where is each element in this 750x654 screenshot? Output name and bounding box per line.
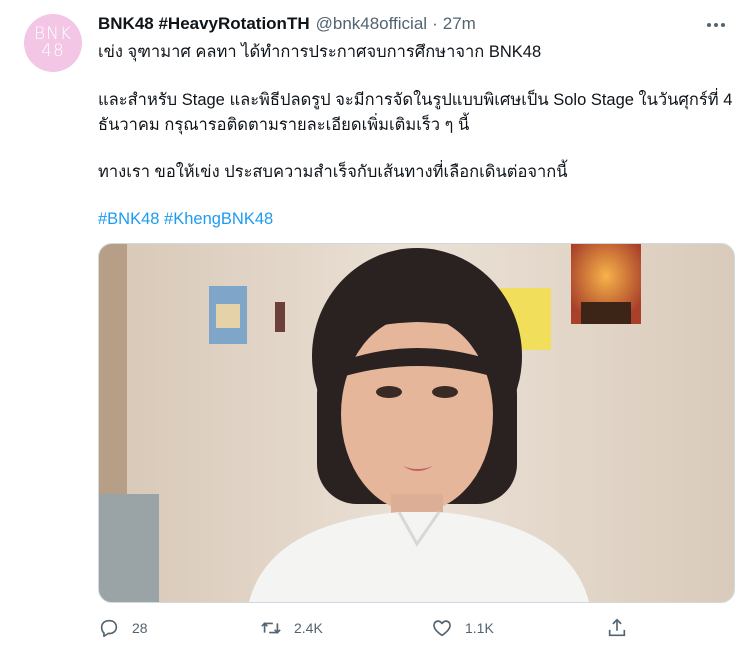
share-icon bbox=[608, 618, 626, 637]
display-name[interactable]: BNK48 #HeavyRotationTH bbox=[98, 14, 310, 34]
more-icon[interactable] bbox=[703, 14, 729, 36]
reply-count: 28 bbox=[132, 620, 148, 636]
tweet-text-line-2: และสำหรับ Stage และพิธีปลดรูป จะมีการจัด… bbox=[98, 91, 733, 109]
tweet[interactable]: BNK 48 BNK48 #HeavyRotationTH @bnk48offi… bbox=[0, 0, 750, 654]
tweet-text-line-3: ธันวาคม กรุณารอติดตามรายละเอียดเพิ่มเติม… bbox=[98, 116, 470, 134]
avatar-logo: BNK 48 bbox=[34, 26, 72, 60]
tweet-text-line-4: ทางเรา ขอให้เข่ง ประสบความสำเร็จกับเส้นท… bbox=[98, 163, 568, 181]
like-button[interactable]: 1.1K bbox=[431, 616, 494, 640]
photo-illustration bbox=[99, 244, 734, 602]
retweet-icon bbox=[261, 622, 281, 634]
tweet-text-line-1: เข่ง จุฑามาศ คลทา ได้ทำการประกาศจบการศึก… bbox=[98, 43, 542, 61]
tweet-header: BNK48 #HeavyRotationTH @bnk48official · … bbox=[98, 12, 476, 36]
like-count: 1.1K bbox=[465, 620, 494, 636]
tweet-actions: 28 2.4K 1.1K bbox=[98, 616, 738, 640]
hashtags[interactable]: #BNK48 #KhengBNK48 bbox=[98, 207, 738, 231]
reply-button[interactable]: 28 bbox=[98, 616, 148, 640]
avatar[interactable]: BNK 48 bbox=[24, 14, 82, 72]
avatar-logo-line2: 48 bbox=[41, 41, 65, 61]
timestamp[interactable]: 27m bbox=[443, 14, 476, 34]
tweet-media-image[interactable] bbox=[98, 243, 735, 603]
separator-dot: · bbox=[432, 14, 438, 33]
retweet-button[interactable]: 2.4K bbox=[260, 616, 323, 640]
handle[interactable]: @bnk48official bbox=[316, 14, 427, 34]
like-icon bbox=[433, 620, 451, 637]
reply-icon bbox=[100, 619, 118, 638]
retweet-count: 2.4K bbox=[294, 620, 323, 636]
share-button[interactable] bbox=[606, 616, 628, 640]
